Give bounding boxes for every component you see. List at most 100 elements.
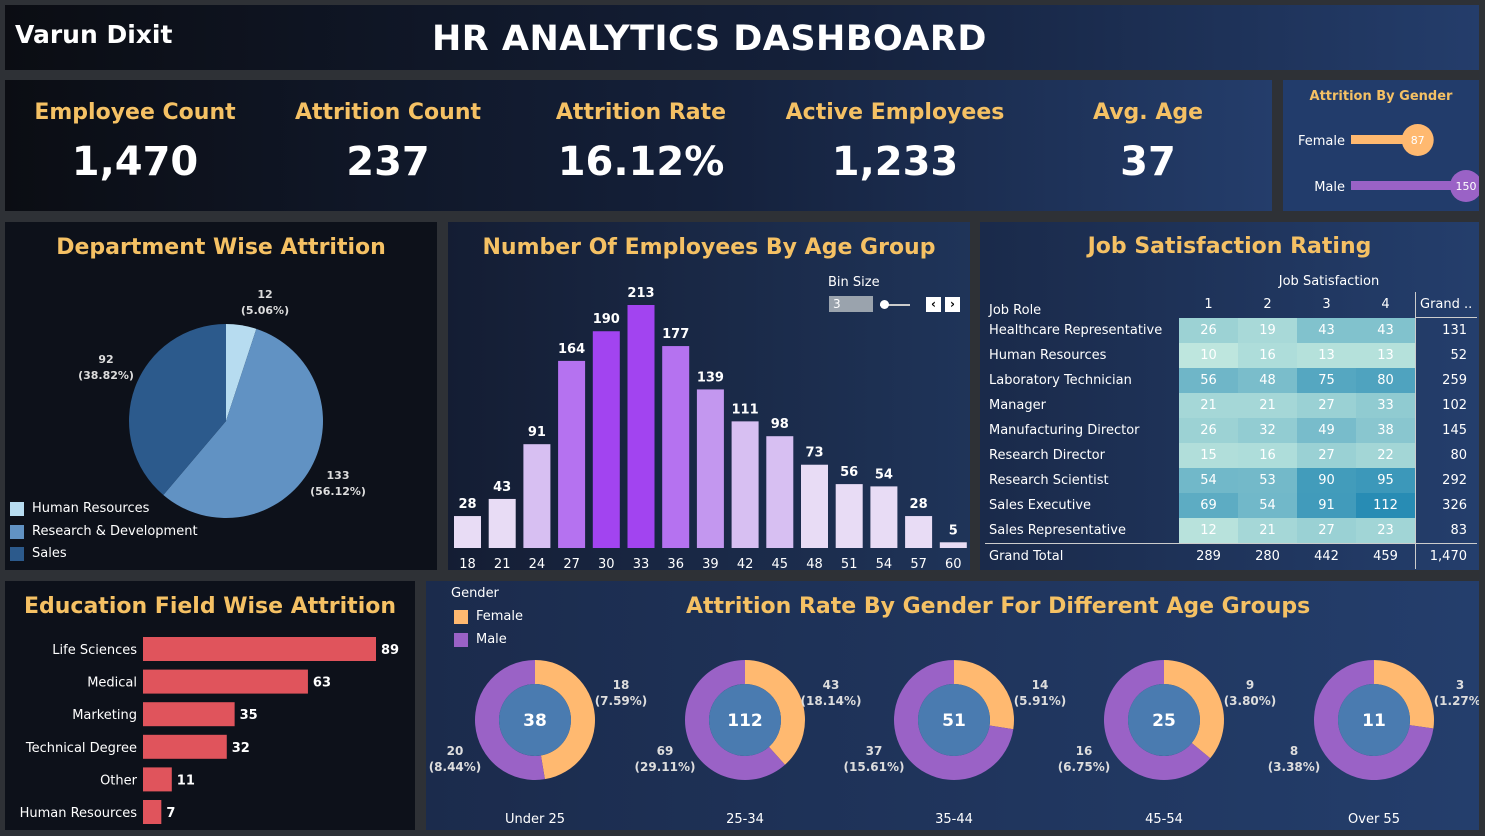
data-label: (3.38%)	[1268, 760, 1321, 774]
bar	[143, 702, 235, 727]
column-header: 3	[1322, 297, 1331, 313]
table-row[interactable]: Manager 21 21 27 33 102	[985, 393, 1477, 418]
row-total: 145	[1415, 418, 1477, 443]
table-row[interactable]: Research Scientist 54 53 90 95 292	[985, 468, 1477, 493]
table-row[interactable]: Laboratory Technician 56 48 75 80 259	[985, 368, 1477, 393]
column-total: 280	[1238, 543, 1297, 569]
legend-item[interactable]: Sales	[10, 546, 67, 561]
data-label: (15.61%)	[844, 760, 905, 774]
data-label: 89	[381, 643, 399, 658]
heatmap-cell: 22	[1356, 443, 1416, 468]
column-header: 4	[1381, 297, 1390, 313]
education-attrition-panel: Education Field Wise Attrition Life Scie…	[5, 581, 415, 830]
table-row[interactable]: Healthcare Representative 26 19 43 43 131	[985, 317, 1477, 343]
table-row[interactable]: Research Director 15 16 27 22 80	[985, 443, 1477, 468]
donut-total: 38	[523, 711, 547, 731]
data-label: 111	[732, 402, 759, 417]
column-header: 1	[1204, 297, 1213, 313]
heatmap-cell: 38	[1356, 418, 1416, 443]
bar	[143, 637, 376, 661]
data-label: 213	[627, 286, 654, 301]
data-label: 16	[1076, 744, 1093, 758]
y-tick-label: Other	[100, 773, 138, 788]
data-label: 54	[875, 467, 893, 482]
bar	[1351, 181, 1466, 190]
heatmap-cell: 27	[1297, 443, 1356, 468]
table-row[interactable]: Sales Representative 12 21 27 23 83	[985, 518, 1477, 544]
data-label: 56	[840, 465, 858, 480]
data-label: 18	[613, 678, 630, 692]
table-row[interactable]: Human Resources 10 16 13 13 52	[985, 343, 1477, 368]
kpi-avg-age: Avg. Age 37	[1023, 80, 1273, 185]
data-label: (5.06%)	[241, 304, 289, 317]
legend-swatch	[10, 546, 24, 561]
table-header-row: Job Role 1 2 3 4 Grand ..	[985, 292, 1477, 318]
row-total: 102	[1415, 393, 1477, 418]
y-tick-label: Human Resources	[20, 806, 138, 821]
histogram-bar	[696, 389, 724, 548]
kpi-label: Employee Count	[34, 100, 236, 125]
column-total: 442	[1297, 543, 1356, 569]
heatmap-cell: 16	[1238, 343, 1297, 368]
legend-item[interactable]: Human Resources	[10, 501, 149, 516]
heatmap-cell: 95	[1356, 468, 1416, 493]
row-label: Laboratory Technician	[989, 373, 1132, 388]
data-label: 190	[593, 312, 620, 327]
heatmap-cell: 49	[1297, 418, 1356, 443]
row-total: 52	[1415, 343, 1477, 368]
column-header: Job Role	[989, 302, 1042, 318]
heatmap-cell: 33	[1356, 393, 1416, 418]
data-label: 43	[823, 678, 840, 692]
heatmap-cell: 27	[1297, 393, 1356, 418]
column-header: Grand ..	[1415, 292, 1477, 318]
heatmap-cell: 32	[1238, 418, 1297, 443]
row-total: 326	[1415, 493, 1477, 518]
row-total: 131	[1415, 317, 1477, 343]
heatmap-cell: 26	[1179, 317, 1238, 343]
age-group-panel: Number Of Employees By Age Group Bin Siz…	[448, 222, 970, 570]
row-label: Manager	[989, 398, 1046, 413]
table-row[interactable]: Manufacturing Director 26 32 49 38 145	[985, 418, 1477, 443]
histogram-bar	[905, 516, 933, 548]
histogram-bar	[558, 360, 586, 548]
histogram-bar	[939, 542, 967, 548]
legend-swatch	[10, 524, 24, 539]
group-label: 25-34	[726, 812, 764, 827]
histogram-bar	[835, 484, 863, 548]
row-label: Human Resources	[989, 348, 1107, 363]
histogram-bar	[766, 436, 794, 548]
legend-label: Human Resources	[32, 501, 150, 516]
legend-item[interactable]: Research & Development	[10, 524, 198, 539]
x-tick-label: 27	[563, 557, 580, 570]
x-tick-label: 18	[459, 557, 476, 570]
chart-title: Job Satisfaction Rating	[1087, 234, 1372, 259]
data-label: 32	[232, 741, 250, 756]
data-label: 35	[240, 708, 258, 723]
column-group-header: Job Satisfaction	[1278, 274, 1380, 289]
x-tick-label: 60	[945, 557, 962, 570]
data-label: 92	[98, 353, 113, 366]
heatmap-cell: 21	[1179, 393, 1238, 418]
column-total: 459	[1356, 543, 1416, 569]
heatmap-cell: 53	[1238, 468, 1297, 493]
group-label: 45-54	[1145, 812, 1183, 827]
kpi-attrition-count: Attrition Count 237	[263, 80, 513, 185]
data-label: 28	[910, 497, 928, 512]
heatmap-cell: 112	[1356, 493, 1416, 518]
gender-donut-charts: 38Under 2518(7.59%)20(8.44%)11225-3443(1…	[429, 660, 1479, 827]
histogram-bar	[592, 331, 620, 548]
data-label: (56.12%)	[310, 485, 366, 498]
heatmap-cell: 12	[1179, 518, 1238, 544]
legend-label: Research & Development	[32, 524, 198, 539]
table-row[interactable]: Sales Executive 69 54 91 112 326	[985, 493, 1477, 518]
data-label: 3	[1456, 678, 1464, 692]
row-label: Sales Executive	[989, 498, 1092, 513]
x-tick-label: 30	[598, 557, 615, 570]
data-label: 7	[166, 806, 175, 821]
kpi-value: 1,470	[71, 139, 199, 185]
data-label: (7.59%)	[595, 694, 648, 708]
heatmap-cell: 54	[1179, 468, 1238, 493]
kpi-employee-count: Employee Count 1,470	[10, 80, 260, 185]
x-tick-label: 21	[494, 557, 511, 570]
age-group-histogram: 28 18 43 21 91 24 164 27 190 30 213 33 177 36 139 39 111…	[454, 286, 967, 570]
